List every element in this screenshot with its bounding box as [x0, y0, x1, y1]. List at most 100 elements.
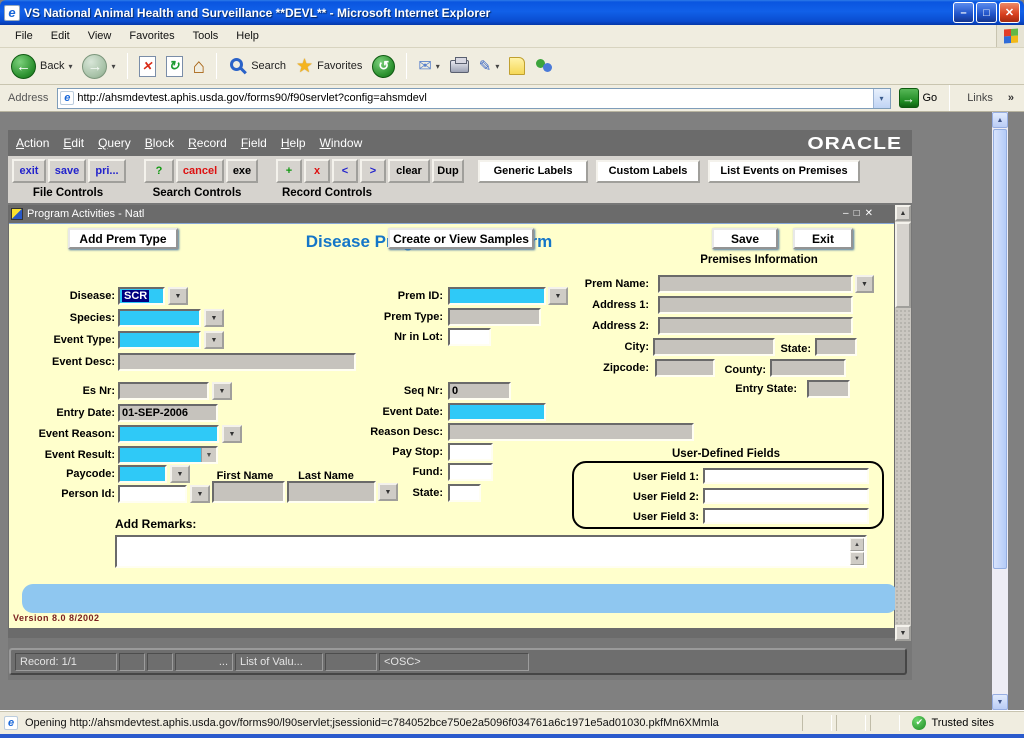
state-field[interactable] — [448, 484, 481, 502]
menu-view[interactable]: View — [79, 27, 121, 45]
search-button[interactable]: Search — [225, 54, 289, 79]
next-record-button[interactable]: > — [360, 159, 386, 183]
mail-button[interactable]: ✉ ▾ — [415, 54, 442, 78]
mail-dropdown-icon[interactable]: ▾ — [436, 62, 440, 71]
create-or-view-samples-button[interactable]: Create or View Samples — [388, 228, 534, 249]
address1-field[interactable] — [658, 296, 853, 314]
disease-field[interactable]: SCR — [118, 287, 165, 305]
event-date-field[interactable] — [448, 403, 546, 421]
oracle-menu-query[interactable]: Query — [98, 136, 131, 150]
entry-date-field[interactable]: 01-SEP-2006 — [118, 404, 218, 422]
remarks-scrollbar[interactable]: ▲ ▼ — [850, 538, 864, 565]
browser-scrollbar[interactable]: ▲ ▼ — [992, 112, 1008, 710]
messenger-button[interactable] — [532, 55, 558, 77]
clear-button[interactable]: clear — [388, 159, 430, 183]
browser-scroll-up-icon[interactable]: ▲ — [992, 112, 1008, 128]
entry-state-field[interactable] — [807, 380, 850, 398]
fund-field[interactable] — [448, 463, 493, 481]
add-remarks-textarea[interactable]: ▲ ▼ — [115, 535, 867, 568]
menu-help[interactable]: Help — [227, 27, 268, 45]
county-field[interactable] — [770, 359, 846, 377]
close-button[interactable]: ✕ — [999, 2, 1020, 23]
menu-favorites[interactable]: Favorites — [120, 27, 183, 45]
add-record-button[interactable]: + — [276, 159, 302, 183]
browser-scroll-down-icon[interactable]: ▼ — [992, 694, 1008, 710]
save-button[interactable]: save — [48, 159, 86, 183]
stop-button[interactable]: ✕ — [136, 54, 159, 79]
refresh-button[interactable]: ↻ — [163, 54, 186, 79]
exit-button[interactable]: exit — [12, 159, 46, 183]
delete-record-button[interactable]: x — [304, 159, 330, 183]
back-dropdown-icon[interactable]: ▾ — [68, 62, 72, 71]
menu-tools[interactable]: Tools — [184, 27, 228, 45]
oracle-menu-window[interactable]: Window — [320, 136, 363, 150]
previous-record-button[interactable]: < — [332, 159, 358, 183]
remarks-scroll-up-icon[interactable]: ▲ — [850, 538, 864, 551]
disease-dropdown-button[interactable]: ▼ — [168, 287, 188, 305]
execute-query-button[interactable]: exe — [226, 159, 258, 183]
address-dropdown-button[interactable]: ▾ — [873, 89, 890, 108]
seq-nr-field[interactable]: 0 — [448, 382, 511, 400]
forward-dropdown-icon[interactable]: ▾ — [111, 62, 115, 71]
oracle-menu-action[interactable]: Action — [16, 136, 49, 150]
go-button[interactable]: → Go — [896, 88, 941, 108]
oracle-menu-block[interactable]: Block — [145, 136, 174, 150]
first-name-field[interactable] — [212, 481, 285, 503]
query-help-button[interactable]: ? — [144, 159, 174, 183]
pay-stop-field[interactable] — [448, 443, 493, 461]
form-close-button[interactable]: ✕ — [865, 209, 873, 219]
list-events-on-premises-button[interactable]: List Events on Premises — [708, 160, 860, 183]
form-scroll-up-icon[interactable]: ▲ — [895, 205, 911, 221]
user-field-1-input[interactable] — [703, 468, 869, 484]
duplicate-button[interactable]: Dup — [432, 159, 464, 183]
prem-id-field[interactable] — [448, 287, 546, 305]
event-desc-field[interactable] — [118, 353, 356, 371]
prem-name-field[interactable] — [658, 275, 853, 293]
exit-form-button[interactable]: Exit — [793, 228, 853, 249]
event-type-dropdown-button[interactable]: ▼ — [204, 331, 224, 349]
menu-edit[interactable]: Edit — [42, 27, 79, 45]
event-reason-field[interactable] — [118, 425, 219, 443]
remarks-scroll-down-icon[interactable]: ▼ — [850, 552, 864, 565]
home-button[interactable]: ⌂ — [190, 54, 209, 79]
links-label[interactable]: Links — [959, 92, 993, 104]
city-field[interactable] — [653, 338, 775, 356]
user-field-2-input[interactable] — [703, 488, 869, 504]
address2-field[interactable] — [658, 317, 853, 335]
nr-in-lot-field[interactable] — [448, 328, 491, 346]
person-id-field[interactable] — [118, 485, 187, 503]
paycode-field[interactable] — [118, 465, 167, 483]
back-button[interactable]: ← Back ▾ — [8, 52, 75, 81]
address-input[interactable]: e http://ahsmdevtest.aphis.usda.gov/form… — [57, 88, 890, 109]
event-type-field[interactable] — [118, 331, 201, 349]
forward-button[interactable]: → ▾ — [79, 52, 118, 81]
form-restore-button[interactable]: □ — [854, 209, 860, 219]
paycode-dropdown-button[interactable]: ▼ — [170, 465, 190, 483]
event-result-field[interactable]: ▼ — [118, 446, 218, 464]
prem-name-dropdown-button[interactable]: ▼ — [855, 275, 874, 293]
form-scroll-down-icon[interactable]: ▼ — [895, 625, 911, 641]
user-field-3-input[interactable] — [703, 508, 869, 524]
history-button[interactable]: ↺ — [369, 53, 398, 80]
edit-button[interactable]: ✎ ▾ — [476, 55, 503, 77]
links-chevron-icon[interactable]: » — [998, 92, 1020, 104]
event-result-combo-arrow[interactable]: ▼ — [201, 448, 216, 462]
form-minimize-button[interactable]: – — [843, 209, 849, 219]
generic-labels-button[interactable]: Generic Labels — [478, 160, 588, 183]
premises-state-field[interactable] — [815, 338, 857, 356]
species-dropdown-button[interactable]: ▼ — [204, 309, 224, 327]
person-id-dropdown-button[interactable]: ▼ — [190, 485, 210, 503]
cancel-query-button[interactable]: cancel — [176, 159, 224, 183]
edit-dropdown-icon[interactable]: ▾ — [495, 62, 499, 71]
restore-button[interactable]: □ — [976, 2, 997, 23]
es-nr-field[interactable] — [118, 382, 209, 400]
species-field[interactable] — [118, 309, 201, 327]
add-prem-type-button[interactable]: Add Prem Type — [68, 228, 178, 249]
oracle-menu-record[interactable]: Record — [188, 136, 227, 150]
save-form-button[interactable]: Save — [712, 228, 778, 249]
print-button[interactable] — [447, 58, 472, 75]
form-scrollbar[interactable]: ▲ ▼ — [895, 205, 911, 641]
notes-button[interactable] — [506, 55, 528, 77]
oracle-menu-edit[interactable]: Edit — [63, 136, 84, 150]
es-nr-dropdown-button[interactable]: ▼ — [212, 382, 232, 400]
